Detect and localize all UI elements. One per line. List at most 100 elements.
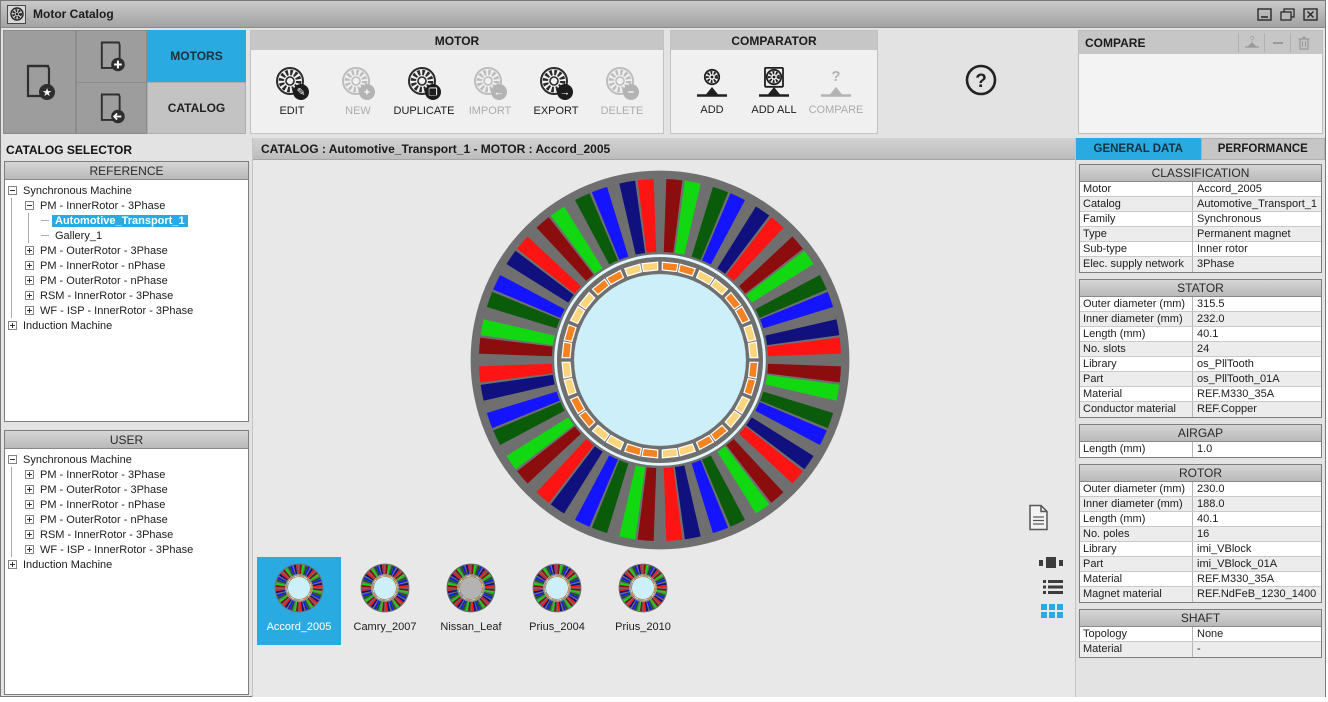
expand-icon[interactable] — [25, 306, 34, 315]
reference-tree-node[interactable]: Induction Machine — [7, 318, 246, 333]
reference-tree-node[interactable]: PM - OuterRotor - 3Phase — [7, 243, 246, 258]
tab-catalog[interactable]: CATALOG — [147, 82, 246, 134]
reference-tree-node[interactable]: Automotive_Transport_1 — [7, 213, 246, 228]
compare-remove-button[interactable] — [1264, 33, 1290, 52]
tree-node-label[interactable]: PM - OuterRotor - nPhase — [37, 514, 171, 526]
tree-node-label[interactable]: Synchronous Machine — [20, 185, 135, 197]
collapse-icon[interactable] — [8, 186, 17, 195]
grid-view-button[interactable] — [1037, 601, 1063, 621]
tree-guide — [11, 482, 24, 497]
tree-node-label[interactable]: PM - InnerRotor - nPhase — [37, 260, 168, 272]
expand-icon[interactable] — [25, 291, 34, 300]
tree-node-label[interactable]: PM - OuterRotor - 3Phase — [37, 245, 171, 257]
restore-button[interactable] — [1279, 7, 1296, 22]
tree-node-label[interactable]: PM - InnerRotor - 3Phase — [37, 469, 168, 481]
datasheet-icon[interactable] — [1028, 504, 1049, 536]
data-row-key: Topology — [1080, 627, 1193, 641]
user-tree-node[interactable]: PM - InnerRotor - nPhase — [7, 497, 246, 512]
tree-guide — [11, 288, 24, 303]
tree-node-label[interactable]: RSM - InnerRotor - 3Phase — [37, 529, 176, 541]
motor-new-button: +NEW — [325, 66, 391, 117]
reference-tree-node[interactable]: RSM - InnerRotor - 3Phase — [7, 288, 246, 303]
expand-icon[interactable] — [8, 560, 17, 569]
expand-icon[interactable] — [25, 261, 34, 270]
expand-icon[interactable] — [25, 276, 34, 285]
svg-text:−: − — [628, 87, 634, 99]
expand-icon[interactable] — [25, 545, 34, 554]
data-row-key: Conductor material — [1080, 402, 1193, 417]
motor-duplicate-button[interactable]: ❐DUPLICATE — [391, 66, 457, 117]
tree-guide — [11, 243, 24, 258]
data-row-value: - — [1193, 642, 1321, 657]
list-view-button[interactable] — [1037, 577, 1063, 597]
tree-node-label[interactable]: WF - ISP - InnerRotor - 3Phase — [37, 544, 196, 556]
expand-icon[interactable] — [25, 470, 34, 479]
tree-node-label[interactable]: PM - InnerRotor - 3Phase — [37, 200, 168, 212]
tree-node-label[interactable]: PM - OuterRotor - 3Phase — [37, 484, 171, 496]
expand-icon[interactable] — [25, 500, 34, 509]
user-tree-node[interactable]: WF - ISP - InnerRotor - 3Phase — [7, 542, 246, 557]
reference-tree-node[interactable]: PM - InnerRotor - 3Phase — [7, 198, 246, 213]
data-row-value: os_PllTooth — [1193, 357, 1321, 371]
motor-thumbnail-camry_2007[interactable]: Camry_2007 — [343, 557, 427, 645]
minimize-button[interactable] — [1256, 7, 1273, 22]
expand-icon[interactable] — [25, 530, 34, 539]
reference-tree-node[interactable]: PM - InnerRotor - nPhase — [7, 258, 246, 273]
tab-general-data[interactable]: GENERAL DATA — [1076, 138, 1201, 160]
motor-thumbnail-prius_2004[interactable]: Prius_2004 — [515, 557, 599, 645]
collapse-icon[interactable] — [8, 455, 17, 464]
data-row-value: 230.0 — [1193, 482, 1321, 496]
tree-guide — [11, 213, 24, 228]
tree-node-label[interactable]: PM - InnerRotor - nPhase — [37, 499, 168, 511]
reference-tree-node[interactable]: PM - OuterRotor - nPhase — [7, 273, 246, 288]
expand-icon[interactable] — [25, 515, 34, 524]
reference-tree-node[interactable]: Gallery_1 — [7, 228, 246, 243]
section-stator: STATOROuter diameter (mm)315.5Inner diam… — [1079, 279, 1322, 418]
tab-motors[interactable]: MOTORS — [147, 30, 246, 82]
tree-node-label[interactable]: WF - ISP - InnerRotor - 3Phase — [37, 305, 196, 317]
motor-thumbnail-accord_2005[interactable]: Accord_2005 — [257, 557, 341, 645]
expand-icon[interactable] — [25, 246, 34, 255]
user-tree-node[interactable]: Induction Machine — [7, 557, 246, 572]
comparator-add-all-button[interactable]: ADD ALL — [743, 67, 805, 116]
comparator-add-button[interactable]: ADD — [681, 67, 743, 116]
tab-performance[interactable]: PERFORMANCE — [1201, 138, 1326, 160]
catalog-import-button[interactable] — [76, 82, 147, 135]
motor-thumbnail-nissan_leaf[interactable]: Nissan_Leaf — [429, 557, 513, 645]
motor-export-button[interactable]: →EXPORT — [523, 66, 589, 117]
tree-node-label[interactable]: Synchronous Machine — [20, 454, 135, 466]
user-tree-node[interactable]: PM - OuterRotor - nPhase — [7, 512, 246, 527]
reference-tree-node[interactable]: WF - ISP - InnerRotor - 3Phase — [7, 303, 246, 318]
tree-node-label[interactable]: Induction Machine — [20, 320, 115, 332]
compare-run-button[interactable]: ? — [1238, 33, 1264, 52]
tree-node-label[interactable]: Induction Machine — [20, 559, 115, 571]
compare-clear-button[interactable] — [1290, 33, 1316, 52]
user-tree-node[interactable]: Synchronous Machine — [7, 452, 246, 467]
user-tree-node[interactable]: RSM - InnerRotor - 3Phase — [7, 527, 246, 542]
motor-edit-button[interactable]: ✎EDIT — [259, 66, 325, 117]
button-label: DUPLICATE — [394, 105, 455, 117]
expand-icon[interactable] — [25, 485, 34, 494]
tree-node-label[interactable]: RSM - InnerRotor - 3Phase — [37, 290, 176, 302]
tree-node-label[interactable]: Automotive_Transport_1 — [52, 215, 188, 227]
data-row-value: Permanent magnet — [1193, 227, 1321, 241]
close-button[interactable] — [1302, 7, 1319, 22]
data-row-key: Inner diameter (mm) — [1080, 312, 1193, 326]
data-row: MaterialREF.M330_35A — [1080, 572, 1321, 587]
catalog-new-button[interactable] — [76, 30, 147, 82]
tree-node-label[interactable]: PM - OuterRotor - nPhase — [37, 275, 171, 287]
expand-icon[interactable] — [8, 321, 17, 330]
help-button[interactable]: ? — [963, 62, 999, 103]
catalog-favorites-button[interactable]: ★ — [3, 30, 76, 134]
carousel-view-button[interactable] — [1037, 553, 1063, 573]
reference-tree-node[interactable]: Synchronous Machine — [7, 183, 246, 198]
tree-node-label[interactable]: Gallery_1 — [52, 230, 105, 242]
compare-list-area[interactable] — [1079, 54, 1322, 133]
section-shaft: SHAFTTopologyNoneMaterial- — [1079, 609, 1322, 658]
data-row: Conductor materialREF.Copper — [1080, 402, 1321, 417]
user-tree-node[interactable]: PM - InnerRotor - 3Phase — [7, 467, 246, 482]
collapse-icon[interactable] — [25, 201, 34, 210]
motor-thumbnail-prius_2010[interactable]: Prius_2010 — [601, 557, 685, 645]
data-row: Outer diameter (mm)315.5 — [1080, 297, 1321, 312]
user-tree-node[interactable]: PM - OuterRotor - 3Phase — [7, 482, 246, 497]
